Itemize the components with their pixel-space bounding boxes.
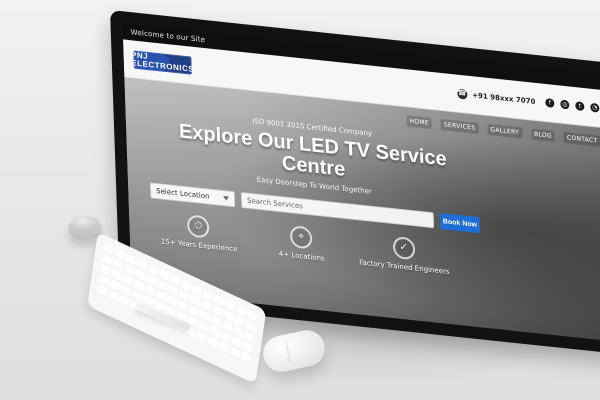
- site-logo[interactable]: PNJ ELECTRONICS: [133, 48, 192, 76]
- nav-services[interactable]: Services: [440, 118, 479, 134]
- keyboard-key: [119, 295, 130, 308]
- check-icon: ✓: [392, 235, 416, 261]
- feature-item: ✓ Factory Trained Engineers: [356, 232, 452, 276]
- location-select[interactable]: Select Location: [149, 182, 236, 208]
- feature-item: ⌖ 4+ Locations: [253, 221, 349, 265]
- whatsapp-icon[interactable]: ◔: [590, 102, 600, 113]
- location-select-value: Select Location: [155, 186, 210, 201]
- nav-blog[interactable]: Blog: [530, 128, 556, 143]
- scene: Welcome to our Site PNJ ELECTRONICS ☎ +9…: [0, 0, 600, 400]
- twitter-icon[interactable]: t: [575, 101, 585, 112]
- logo-badge: PNJ ELECTRONICS: [133, 49, 192, 75]
- nav-contact[interactable]: Contact: [563, 131, 600, 147]
- service-search-placeholder: Search Services: [246, 196, 303, 211]
- logo-text: PNJ ELECTRONICS: [133, 49, 192, 74]
- nav-home[interactable]: Home: [406, 115, 433, 130]
- location-icon: ⌖: [289, 225, 313, 250]
- keyboard-key: [108, 289, 119, 303]
- desk-dial-top: [71, 216, 99, 230]
- facebook-icon[interactable]: f: [545, 97, 555, 108]
- chevron-down-icon: [223, 196, 230, 201]
- book-now-button[interactable]: Book Now: [439, 212, 481, 234]
- nav-gallery[interactable]: Gallery: [487, 123, 523, 139]
- feature-title: 4+ Locations: [278, 249, 325, 263]
- instagram-icon[interactable]: ◎: [560, 99, 570, 110]
- feature-title: 15+ Years Experience: [160, 237, 238, 254]
- mouse-seam: [284, 341, 292, 364]
- hero-content: ISO 9001 2015 Certified Company Explore …: [147, 106, 482, 279]
- phone-icon: ☎: [456, 88, 468, 100]
- clock-icon: ⏱: [187, 214, 210, 239]
- phone-number: +91 98xxx 7070: [472, 90, 536, 106]
- header-phone[interactable]: ☎ +91 98xxx 7070: [456, 88, 536, 106]
- header-right: ☎ +91 98xxx 7070 f ◎ t ◔: [456, 88, 600, 113]
- keyboard-key: [196, 331, 208, 344]
- feature-title: Factory Trained Engineers: [359, 258, 450, 277]
- social-icons: f ◎ t ◔: [545, 97, 600, 113]
- feature-item: ⏱ 15+ Years Experience: [151, 210, 247, 254]
